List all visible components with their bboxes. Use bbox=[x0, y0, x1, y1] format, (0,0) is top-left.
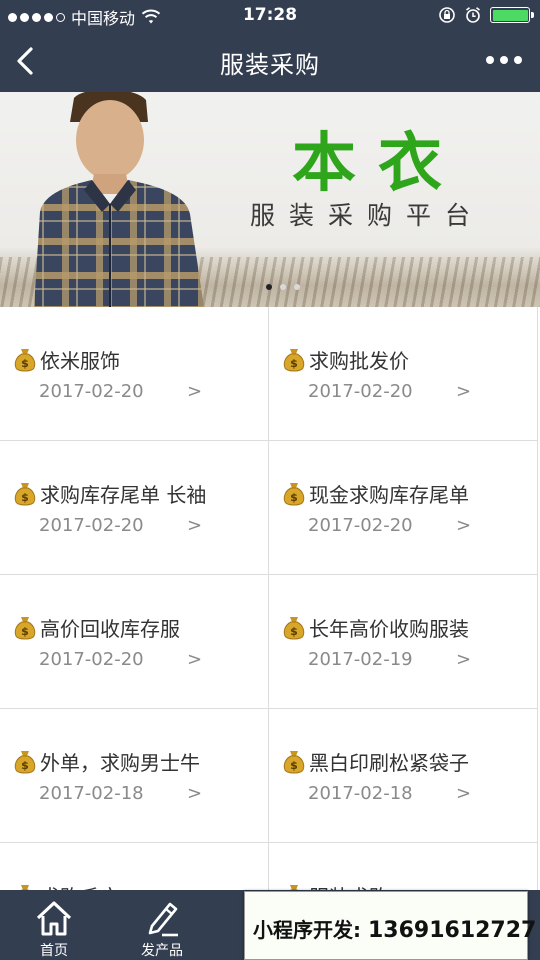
promo-phone: 13691612727 bbox=[367, 918, 537, 943]
request-title: 求购批发价 bbox=[309, 349, 409, 373]
request-item[interactable]: $ 依米服饰 2017-02-20 > bbox=[0, 307, 269, 441]
chevron-right-icon: > bbox=[187, 515, 203, 536]
request-item[interactable]: $ 求购批发价 2017-02-20 > bbox=[269, 307, 538, 441]
request-date: 2017-02-18 bbox=[39, 783, 144, 804]
edit-icon bbox=[148, 902, 178, 937]
request-title: 高价回收库存服 bbox=[40, 617, 180, 641]
request-title: 依米服饰 bbox=[40, 349, 120, 373]
request-title-row: $ 高价回收库存服 bbox=[14, 613, 180, 642]
battery-level bbox=[492, 9, 528, 21]
svg-text:$: $ bbox=[21, 357, 29, 370]
request-item[interactable]: $ 现金求购库存尾单 2017-02-20 > bbox=[269, 441, 538, 575]
request-title-row: $ 黑白印刷松紧袋子 bbox=[283, 747, 469, 776]
request-date: 2017-02-20 bbox=[308, 381, 413, 402]
request-item[interactable]: $ 求购库存尾单 长袖 2017-02-20 > bbox=[0, 441, 269, 575]
request-title-row: $ 依米服饰 bbox=[14, 345, 120, 374]
tab-home[interactable]: 首页 bbox=[0, 890, 108, 960]
request-title-row: $ 外单，求购男士牛 bbox=[14, 747, 200, 776]
promo-label: 小程序开发: bbox=[253, 918, 361, 942]
request-title-row: $ 求购批发价 bbox=[283, 345, 409, 374]
tab-post-product-label: 发产品 bbox=[141, 943, 183, 959]
svg-text:$: $ bbox=[21, 491, 29, 504]
money-bag-icon: $ bbox=[14, 482, 36, 505]
request-date: 2017-02-20 bbox=[39, 515, 144, 536]
more-dots-icon[interactable] bbox=[486, 56, 522, 64]
svg-text:$: $ bbox=[290, 357, 298, 370]
brand-logo: 本衣 bbox=[292, 126, 464, 201]
chevron-right-icon: > bbox=[187, 649, 203, 670]
banner-carousel[interactable]: 本衣 服装采购平台 bbox=[0, 92, 540, 307]
request-item[interactable]: $ 黑白印刷松紧袋子 2017-02-18 > bbox=[269, 709, 538, 843]
tab-post-product[interactable]: 发产品 bbox=[108, 890, 216, 960]
request-title-row: $ 求购库存尾单 长袖 bbox=[14, 479, 206, 508]
request-date: 2017-02-20 bbox=[39, 381, 144, 402]
request-title: 现金求购库存尾单 bbox=[309, 483, 469, 507]
promo-banner[interactable]: 小程序开发: 13691612727 bbox=[244, 891, 536, 960]
chevron-right-icon: > bbox=[456, 783, 472, 804]
banner-subtitle: 服装采购平台 bbox=[250, 201, 485, 230]
nav-bar: 服装采购 bbox=[0, 30, 540, 92]
battery-icon bbox=[490, 7, 534, 23]
request-title: 求购库存尾单 长袖 bbox=[40, 483, 207, 507]
carousel-dot[interactable] bbox=[266, 284, 272, 290]
money-bag-icon: $ bbox=[14, 348, 36, 371]
chevron-right-icon: > bbox=[187, 783, 203, 804]
status-bar: 中国移动 17:28 bbox=[0, 0, 540, 30]
svg-text:$: $ bbox=[290, 759, 298, 772]
carousel-dot[interactable] bbox=[294, 284, 300, 290]
chevron-right-icon: > bbox=[456, 649, 472, 670]
chevron-right-icon: > bbox=[187, 381, 203, 402]
money-bag-icon: $ bbox=[283, 750, 305, 773]
money-bag-icon: $ bbox=[14, 750, 36, 773]
request-date: 2017-02-18 bbox=[308, 783, 413, 804]
chevron-right-icon: > bbox=[456, 515, 472, 536]
request-title: 黑白印刷松紧袋子 bbox=[309, 751, 469, 775]
svg-text:$: $ bbox=[21, 759, 29, 772]
carousel-dot[interactable] bbox=[280, 284, 286, 290]
request-item[interactable]: $ 长年高价收购服装 2017-02-19 > bbox=[269, 575, 538, 709]
status-right bbox=[438, 6, 534, 24]
model-photo bbox=[34, 92, 204, 307]
request-date: 2017-02-19 bbox=[308, 649, 413, 670]
money-bag-icon: $ bbox=[283, 482, 305, 505]
carousel-indicator bbox=[266, 284, 300, 290]
orientation-lock-icon bbox=[439, 7, 455, 23]
request-title-row: $ 长年高价收购服装 bbox=[283, 613, 469, 642]
page-title: 服装采购 bbox=[220, 51, 320, 79]
svg-text:$: $ bbox=[290, 625, 298, 638]
tab-home-label: 首页 bbox=[40, 943, 68, 959]
money-bag-icon: $ bbox=[283, 348, 305, 371]
svg-text:$: $ bbox=[290, 491, 298, 504]
request-title: 长年高价收购服装 bbox=[309, 617, 469, 641]
money-bag-icon: $ bbox=[283, 616, 305, 639]
request-date: 2017-02-20 bbox=[39, 649, 144, 670]
request-item[interactable]: $ 高价回收库存服 2017-02-20 > bbox=[0, 575, 269, 709]
request-title-row: $ 现金求购库存尾单 bbox=[283, 479, 469, 508]
request-title: 外单，求购男士牛 bbox=[40, 751, 200, 775]
alarm-icon bbox=[466, 7, 480, 23]
promo-text: 小程序开发: 13691612727 bbox=[253, 914, 536, 943]
money-bag-icon: $ bbox=[14, 616, 36, 639]
request-item[interactable]: $ 外单，求购男士牛 2017-02-18 > bbox=[0, 709, 269, 843]
home-icon bbox=[36, 901, 72, 936]
chevron-right-icon: > bbox=[456, 381, 472, 402]
request-date: 2017-02-20 bbox=[308, 515, 413, 536]
svg-text:$: $ bbox=[21, 625, 29, 638]
